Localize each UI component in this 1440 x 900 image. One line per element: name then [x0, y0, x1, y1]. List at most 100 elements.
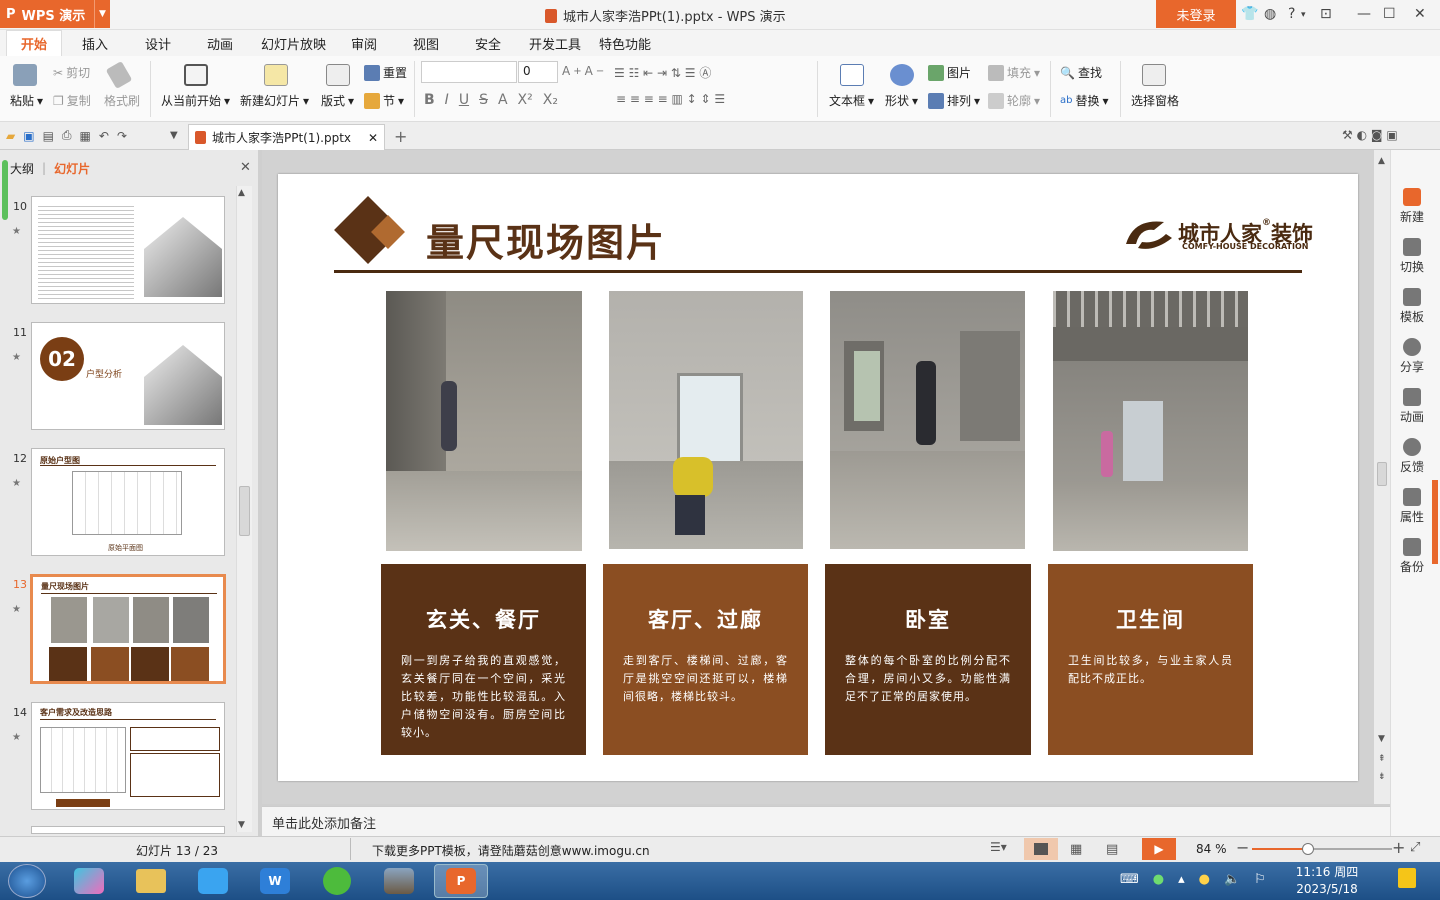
alignment-buttons[interactable]: ≡ ≡ ≡ ≡ ▥ ↕ ⇕ ☰ [616, 92, 725, 106]
side-template-button[interactable]: 模板 [1392, 288, 1432, 325]
picture-button[interactable]: 图片 [928, 64, 971, 81]
close-tab-icon[interactable]: ✕ [368, 131, 378, 145]
zoom-level[interactable]: 84 % [1196, 842, 1227, 856]
new-slide-button[interactable]: 新建幻灯片 ▾ [240, 92, 309, 109]
font-size-field[interactable]: 0 [518, 61, 558, 83]
tab-outline[interactable]: 大纲 [10, 160, 34, 177]
scroll-thumb[interactable] [1377, 462, 1387, 486]
scroll-up-icon[interactable]: ▲ [238, 188, 245, 198]
side-animation-button[interactable]: 动画 [1392, 388, 1432, 425]
slide-thumbnail-12[interactable]: 原始户型图 原始平面图 [31, 448, 225, 556]
textbox-button[interactable]: 文本框 ▾ [829, 92, 874, 109]
tab-slides[interactable]: 幻灯片 [54, 160, 90, 177]
slide-thumbnail-15[interactable] [31, 826, 225, 834]
maximize-icon[interactable]: ☐ [1383, 6, 1396, 22]
reset-button[interactable]: 重置 [364, 64, 407, 81]
layout-button[interactable]: 版式 ▾ [321, 92, 354, 109]
fill-button[interactable]: 填充 ▾ [988, 64, 1040, 81]
taskbar-wps-presentation[interactable]: P [434, 864, 488, 898]
clock[interactable]: 11:16 周四 2023/5/18 [1292, 864, 1362, 898]
arrange-button[interactable]: 排列 ▾ [928, 92, 980, 109]
tab-developer[interactable]: 开发工具 [529, 30, 581, 56]
tab-insert[interactable]: 插入 [82, 30, 108, 56]
slide-thumbnail-13[interactable]: 量尺现场图片 [30, 574, 226, 684]
tab-features[interactable]: 特色功能 [599, 30, 651, 56]
new-tab-icon[interactable]: + [394, 127, 407, 146]
side-backup-button[interactable]: 备份 [1392, 538, 1432, 575]
paragraph-list-buttons[interactable]: ☰ ☷ ⇤ ⇥ ⇅ ☰ Ⓐ [614, 64, 711, 81]
copy-button[interactable]: ❐ 复制 [53, 92, 91, 109]
selection-pane-button[interactable]: 选择窗格 [1131, 92, 1179, 109]
close-panel-icon[interactable]: ✕ [240, 160, 251, 175]
side-share-button[interactable]: 分享 [1392, 338, 1432, 375]
zoom-slider[interactable] [1252, 843, 1392, 855]
scroll-up-icon[interactable]: ▲ [1378, 156, 1385, 166]
tab-review[interactable]: 审阅 [351, 30, 377, 56]
slide-thumbnail-14[interactable]: 客户需求及改造思路 [31, 702, 225, 810]
side-transition-button[interactable]: 切换 [1392, 238, 1432, 275]
current-slide[interactable]: 量尺现场图片 城市人家®装饰 COMFY-HOUSE DECORATION 玄关… [278, 174, 1358, 781]
play-slideshow-button[interactable]: ▶ [1142, 838, 1176, 860]
side-feedback-button[interactable]: 反馈 [1392, 438, 1432, 475]
format-painter-button[interactable]: 格式刷 [104, 92, 140, 109]
quick-access-buttons[interactable]: ▰ ▣ ▤ ⎙ ▦ ↶ ↷ [6, 128, 127, 143]
reading-view-icon[interactable]: ▤ [1106, 842, 1118, 857]
font-style-buttons[interactable]: B I U S A X² X₂ [424, 92, 558, 108]
site-photo-bedroom[interactable] [830, 291, 1025, 549]
scroll-thumb[interactable] [239, 486, 250, 536]
chat-icon[interactable]: ◍ [1264, 6, 1276, 22]
tab-design[interactable]: 设计 [145, 30, 171, 56]
status-ad-link[interactable]: 下载更多PPT模板，请登陆蘑菇创意www.imogu.cn [372, 842, 650, 859]
font-name-field[interactable] [421, 61, 517, 83]
close-icon[interactable]: ✕ [1414, 6, 1426, 22]
taskbar-explorer[interactable] [124, 864, 178, 898]
login-button[interactable]: 未登录 [1156, 0, 1236, 28]
site-photo-bathroom[interactable] [1053, 291, 1248, 551]
side-properties-button[interactable]: 属性 [1392, 488, 1432, 525]
taskbar-photo[interactable] [372, 864, 426, 898]
note-menu-button[interactable]: ☰▾ [990, 840, 1007, 854]
wps-app-menu-button[interactable]: P WPS 演示 ▼ [0, 0, 110, 28]
system-tray[interactable]: ⌨ ● ▴ ● 🔈 ⚐ [1120, 872, 1266, 887]
shirt-icon[interactable]: 👕 [1241, 6, 1258, 22]
qat-dropdown-icon[interactable]: ▼ [170, 130, 178, 141]
taskbar-browser[interactable] [310, 864, 364, 898]
tab-animation[interactable]: 动画 [207, 30, 233, 56]
chevron-down-icon[interactable]: ▼ [94, 0, 110, 28]
slide-thumbnail-11[interactable]: 02 户型分析 [31, 322, 225, 430]
taskbar-app-3[interactable] [186, 864, 240, 898]
taskbar-app-1[interactable] [62, 864, 116, 898]
normal-view-button[interactable] [1024, 838, 1058, 860]
scroll-down-icon[interactable]: ▼ [238, 820, 245, 830]
help-icon[interactable]: ? [1288, 6, 1295, 22]
tab-home[interactable]: 开始 [6, 30, 63, 56]
slide-thumbnail-10[interactable] [31, 196, 225, 304]
upload-icon[interactable]: ⊡ [1320, 6, 1332, 22]
tab-view[interactable]: 视图 [413, 30, 439, 56]
fit-window-icon[interactable]: ⤢ [1410, 840, 1420, 855]
shape-button[interactable]: 形状 ▾ [885, 92, 918, 109]
section-button[interactable]: 节 ▾ [364, 92, 404, 109]
prev-slide-icon[interactable]: ⇞ [1378, 754, 1386, 764]
tab-security[interactable]: 安全 [475, 30, 501, 56]
notes-pane[interactable]: 单击此处添加备注 [262, 806, 1390, 836]
next-slide-icon[interactable]: ⇟ [1378, 772, 1386, 782]
panel-scrollbar[interactable] [236, 186, 252, 832]
side-new-button[interactable]: 新建 [1392, 188, 1432, 225]
from-current-button[interactable]: 从当前开始 ▾ [161, 92, 230, 109]
minimize-icon[interactable]: — [1357, 6, 1371, 22]
zoom-out-icon[interactable]: − [1236, 838, 1249, 857]
taskbar-wps-writer[interactable]: W [248, 864, 302, 898]
document-tab[interactable]: 城市人家李浩PPt(1).pptx ✕ [188, 124, 385, 150]
site-photo-entrance[interactable] [386, 291, 582, 551]
canvas-scrollbar[interactable] [1374, 150, 1390, 804]
zoom-in-icon[interactable]: + [1392, 838, 1405, 857]
font-grow-shrink[interactable]: A + A − [562, 64, 604, 78]
cut-button[interactable]: ✂ 剪切 [53, 64, 90, 81]
tab-slideshow[interactable]: 幻灯片放映 [261, 30, 326, 56]
notification-icon[interactable] [1398, 868, 1416, 888]
scroll-down-icon[interactable]: ▼ [1378, 734, 1385, 744]
site-photo-living[interactable] [609, 291, 803, 549]
toolbar-right-icons[interactable]: ⚒ ◐ ◙ ▣ [1342, 128, 1398, 142]
sorter-view-icon[interactable]: ▦ [1070, 842, 1082, 857]
